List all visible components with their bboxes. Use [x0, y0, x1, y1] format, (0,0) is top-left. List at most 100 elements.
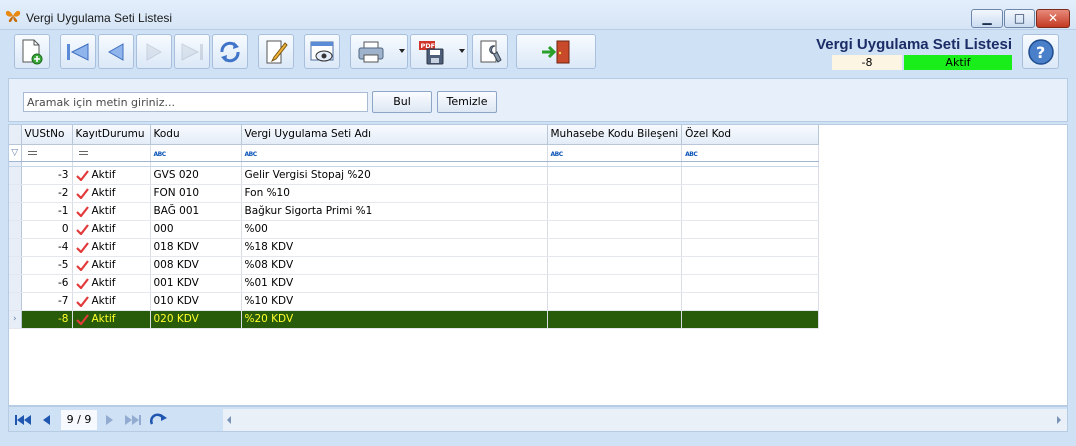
cell-muhasebe[interactable] — [547, 274, 683, 293]
minimize-button[interactable]: ▁ — [971, 9, 1003, 28]
cell-kayitdurumu[interactable]: Aktif — [72, 310, 151, 329]
cell-kayitdurumu[interactable]: Aktif — [72, 256, 151, 275]
preview-button[interactable] — [304, 34, 340, 69]
previous-record-button[interactable] — [98, 34, 134, 69]
cell-ozel-kod[interactable] — [681, 220, 820, 239]
column-header-kodu[interactable]: Kodu — [150, 125, 242, 145]
table-row[interactable]: -7 Aktif 010 KDV %10 KDV — [9, 292, 820, 311]
table-row[interactable]: -1 Aktif BAĞ 001 Bağkur Sigorta Primi %1 — [9, 202, 820, 221]
cell-adi[interactable]: %10 KDV — [241, 292, 548, 311]
row-indicator[interactable] — [9, 256, 22, 275]
maximize-button[interactable]: □ — [1004, 9, 1035, 28]
nav-next-button[interactable] — [99, 412, 119, 428]
table-row[interactable]: -2 Aktif FON 010 Fon %10 — [9, 184, 820, 203]
row-indicator[interactable] — [9, 202, 22, 221]
cell-adi[interactable]: Gelir Vergisi Stopaj %20 — [241, 166, 548, 185]
cell-ozel-kod[interactable] — [681, 292, 820, 311]
cell-kayitdurumu[interactable]: Aktif — [72, 292, 151, 311]
filter-cell-muhasebe[interactable]: ABC — [547, 144, 683, 162]
cell-kodu[interactable]: 020 KDV — [150, 310, 242, 329]
table-row[interactable]: -4 Aktif 018 KDV %18 KDV — [9, 238, 820, 257]
cell-vustno[interactable]: -3 — [21, 166, 73, 185]
settings-button[interactable] — [472, 34, 508, 69]
row-indicator[interactable] — [9, 274, 22, 293]
filter-cell-ozel-kod[interactable]: ABC — [681, 144, 820, 162]
cell-kodu[interactable]: GVS 020 — [150, 166, 242, 185]
first-record-button[interactable] — [60, 34, 96, 69]
cell-kodu[interactable]: 008 KDV — [150, 256, 242, 275]
next-record-button[interactable] — [136, 34, 172, 69]
cell-muhasebe[interactable] — [547, 310, 683, 329]
cell-vustno[interactable]: -4 — [21, 238, 73, 257]
cell-kodu[interactable]: 010 KDV — [150, 292, 242, 311]
cell-kodu[interactable]: FON 010 — [150, 184, 242, 203]
cell-vustno[interactable]: -1 — [21, 202, 73, 221]
cell-kayitdurumu[interactable]: Aktif — [72, 202, 151, 221]
close-button[interactable]: ✕ — [1036, 9, 1070, 28]
help-button[interactable]: ? — [1022, 34, 1059, 69]
nav-refresh-button[interactable] — [149, 412, 169, 428]
refresh-button[interactable] — [212, 34, 248, 69]
cell-muhasebe[interactable] — [547, 202, 683, 221]
nav-first-button[interactable] — [13, 412, 33, 428]
find-button[interactable]: Bul — [372, 91, 432, 113]
cell-adi[interactable]: %01 KDV — [241, 274, 548, 293]
scroll-right-icon[interactable] — [1057, 416, 1061, 424]
last-record-button[interactable] — [174, 34, 210, 69]
cell-kayitdurumu[interactable]: Aktif — [72, 238, 151, 257]
cell-muhasebe[interactable] — [547, 166, 683, 185]
filter-cell-kayitdurumu[interactable] — [72, 144, 151, 162]
cell-vustno[interactable]: 0 — [21, 220, 73, 239]
cell-kodu[interactable]: 018 KDV — [150, 238, 242, 257]
search-input[interactable] — [23, 92, 368, 112]
cell-kodu[interactable]: BAĞ 001 — [150, 202, 242, 221]
cell-ozel-kod[interactable] — [681, 166, 820, 185]
cell-kodu[interactable]: 001 KDV — [150, 274, 242, 293]
cell-kodu[interactable]: 000 — [150, 220, 242, 239]
column-header-muhasebe[interactable]: Muhasebe Kodu Bileşeni — [547, 125, 683, 145]
print-button[interactable] — [350, 34, 408, 69]
nav-last-button[interactable] — [123, 412, 143, 428]
column-header-vustno[interactable]: VUStNo — [21, 125, 73, 145]
table-row[interactable]: -5 Aktif 008 KDV %08 KDV — [9, 256, 820, 275]
horizontal-scrollbar[interactable] — [223, 409, 1067, 431]
row-indicator[interactable] — [9, 292, 22, 311]
column-header-ozel-kod[interactable]: Özel Kod — [681, 125, 820, 145]
new-record-button[interactable] — [14, 34, 50, 69]
cell-adi[interactable]: %18 KDV — [241, 238, 548, 257]
cell-ozel-kod[interactable] — [681, 256, 820, 275]
cell-muhasebe[interactable] — [547, 184, 683, 203]
cell-kayitdurumu[interactable]: Aktif — [72, 184, 151, 203]
table-row[interactable]: -3 Aktif GVS 020 Gelir Vergisi Stopaj %20 — [9, 166, 820, 185]
table-row[interactable]: 0 Aktif 000 %00 — [9, 220, 820, 239]
cell-ozel-kod[interactable] — [681, 238, 820, 257]
column-header-adi[interactable]: Vergi Uygulama Seti Adı — [241, 125, 548, 145]
cell-muhasebe[interactable] — [547, 220, 683, 239]
row-indicator[interactable] — [9, 166, 22, 185]
cell-vustno[interactable]: -7 — [21, 292, 73, 311]
chevron-down-icon[interactable] — [399, 49, 405, 53]
cell-kayitdurumu[interactable]: Aktif — [72, 274, 151, 293]
cell-ozel-kod[interactable] — [681, 202, 820, 221]
cell-muhasebe[interactable] — [547, 292, 683, 311]
clear-button[interactable]: Temizle — [437, 91, 497, 113]
nav-previous-button[interactable] — [37, 412, 57, 428]
filter-cell-kodu[interactable]: ABC — [150, 144, 242, 162]
cell-vustno[interactable]: -2 — [21, 184, 73, 203]
chevron-down-icon[interactable] — [459, 49, 465, 53]
table-row[interactable]: › -8 Aktif 020 KDV %20 KDV — [9, 310, 820, 329]
cell-kayitdurumu[interactable]: Aktif — [72, 166, 151, 185]
cell-vustno[interactable]: -8 — [21, 310, 73, 329]
cell-kayitdurumu[interactable]: Aktif — [72, 220, 151, 239]
cell-adi[interactable]: Fon %10 — [241, 184, 548, 203]
cell-adi[interactable]: %08 KDV — [241, 256, 548, 275]
table-row[interactable]: -6 Aktif 001 KDV %01 KDV — [9, 274, 820, 293]
row-indicator[interactable] — [9, 184, 22, 203]
cell-vustno[interactable]: -6 — [21, 274, 73, 293]
cell-ozel-kod[interactable] — [681, 310, 820, 329]
cell-adi[interactable]: Bağkur Sigorta Primi %1 — [241, 202, 548, 221]
cell-ozel-kod[interactable] — [681, 274, 820, 293]
cell-muhasebe[interactable] — [547, 238, 683, 257]
column-header-kayitdurumu[interactable]: KayıtDurumu — [72, 125, 151, 145]
filter-cell-adi[interactable]: ABC — [241, 144, 548, 162]
